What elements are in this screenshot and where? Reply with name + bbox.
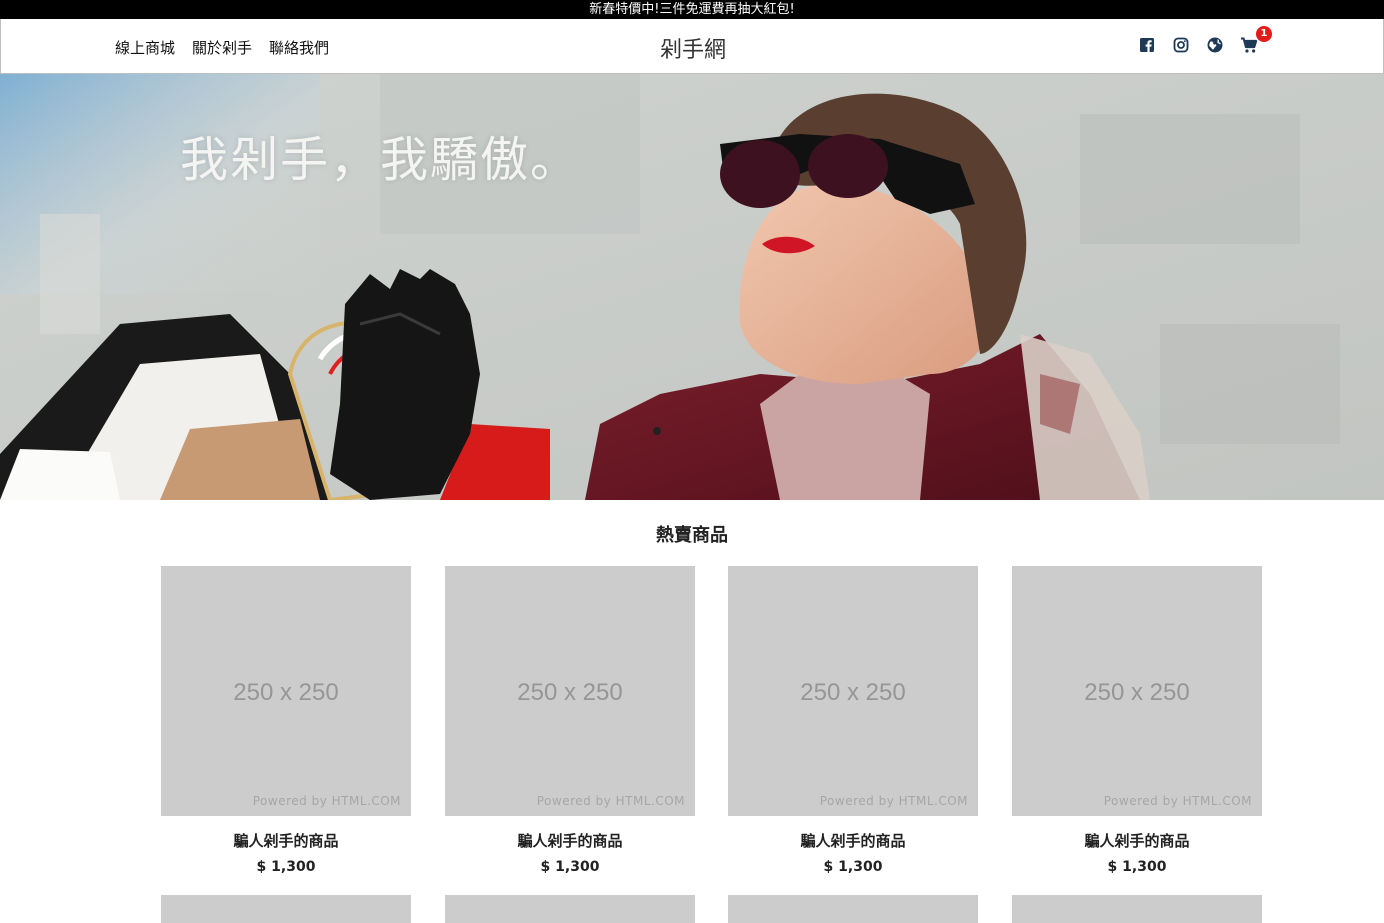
product-price: $ 1,300 <box>823 859 883 875</box>
instagram-icon[interactable] <box>1172 36 1190 54</box>
placeholder-powered-text: Powered by HTML.COM <box>252 794 401 808</box>
globe-icon[interactable] <box>1206 36 1224 54</box>
placeholder-size-text: 250 x 250 <box>800 679 906 706</box>
section-title: 熱賣商品 <box>656 525 728 546</box>
product-name[interactable]: 騙人剁手的商品 <box>161 830 411 851</box>
navbar: 線上商城 關於剁手 聯絡我們 剁手網 1 <box>0 19 1384 74</box>
product-name[interactable]: 騙人剁手的商品 <box>445 830 695 851</box>
product-name[interactable]: 騙人剁手的商品 <box>728 830 978 851</box>
hero-slogan: 我剁手，我驕傲。 <box>180 132 581 188</box>
nav-icons: 1 <box>1138 26 1274 54</box>
placeholder-size-text: 250 x 250 <box>517 679 623 706</box>
cart-icon[interactable]: 1 <box>1240 26 1272 54</box>
product-card[interactable]: 250 x 250 Powered by HTML.COM 騙人剁手的商品 $ … <box>1012 566 1262 875</box>
product-price: $ 1,300 <box>256 859 316 875</box>
placeholder-powered-text: Powered by HTML.COM <box>1103 794 1252 808</box>
product-image-placeholder[interactable]: 250 x 250 Powered by HTML.COM <box>728 566 978 816</box>
placeholder-powered-text: Powered by HTML.COM <box>536 794 685 808</box>
facebook-icon[interactable] <box>1138 36 1156 54</box>
product-card[interactable]: 250 x 250 Powered by HTML.COM 騙人剁手的商品 $ … <box>161 566 411 875</box>
product-image-placeholder-next-row[interactable] <box>1012 895 1262 923</box>
promo-text: 新春特價中!三件免運費再抽大紅包! <box>589 2 795 17</box>
product-card[interactable]: 250 x 250 Powered by HTML.COM 騙人剁手的商品 $ … <box>445 566 695 875</box>
product-card[interactable]: 250 x 250 Powered by HTML.COM 騙人剁手的商品 $ … <box>728 566 978 875</box>
product-image-placeholder[interactable]: 250 x 250 Powered by HTML.COM <box>1012 566 1262 816</box>
product-price: $ 1,300 <box>1107 859 1167 875</box>
product-image-placeholder-next-row[interactable] <box>161 895 411 923</box>
product-image-placeholder[interactable]: 250 x 250 Powered by HTML.COM <box>161 566 411 816</box>
product-image-placeholder-next-row[interactable] <box>728 895 978 923</box>
hero-banner: 我剁手，我驕傲。 <box>0 74 1384 500</box>
placeholder-powered-text: Powered by HTML.COM <box>819 794 968 808</box>
placeholder-size-text: 250 x 250 <box>233 679 339 706</box>
product-image-placeholder-next-row[interactable] <box>445 895 695 923</box>
product-price: $ 1,300 <box>540 859 600 875</box>
placeholder-size-text: 250 x 250 <box>1084 679 1190 706</box>
product-image-placeholder[interactable]: 250 x 250 Powered by HTML.COM <box>445 566 695 816</box>
promo-bar: 新春特價中!三件免運費再抽大紅包! <box>0 0 1384 19</box>
product-name[interactable]: 騙人剁手的商品 <box>1012 830 1262 851</box>
cart-count-badge: 1 <box>1256 26 1272 42</box>
